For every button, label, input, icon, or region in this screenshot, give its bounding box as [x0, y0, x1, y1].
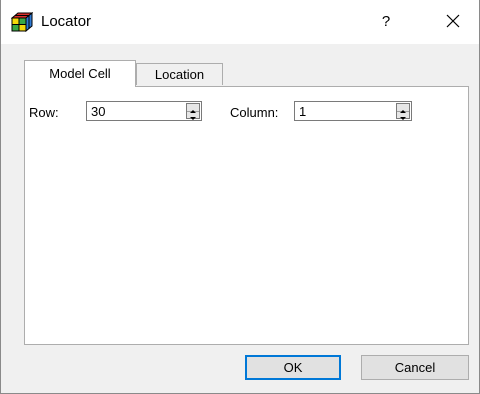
column-decrement-button[interactable]: [397, 111, 409, 120]
column-input[interactable]: [297, 103, 393, 119]
row-input[interactable]: [89, 103, 183, 119]
tab-location[interactable]: Location: [136, 63, 223, 85]
arrow-down-icon: [400, 117, 406, 120]
row-decrement-button[interactable]: [187, 111, 199, 120]
window-title: Locator: [41, 13, 92, 30]
row-label: Row:: [29, 105, 59, 120]
column-spin-buttons: [396, 103, 410, 120]
model-cell-panel: [24, 86, 469, 345]
row-spin-buttons: [186, 103, 200, 120]
arrow-down-icon: [190, 117, 196, 120]
close-icon[interactable]: [441, 9, 465, 33]
tab-model-cell[interactable]: Model Cell: [24, 60, 136, 87]
ok-button[interactable]: OK: [245, 355, 341, 380]
title-bar: Locator ?: [1, 0, 479, 44]
cube-app-icon: [10, 11, 34, 33]
cancel-button[interactable]: Cancel: [361, 355, 469, 380]
help-button[interactable]: ?: [373, 10, 399, 34]
column-spinbox: [294, 101, 412, 121]
row-spinbox: [86, 101, 202, 121]
column-label: Column:: [230, 105, 279, 120]
locator-dialog: Locator ? Model Cell Location Row: Colum…: [0, 0, 480, 394]
